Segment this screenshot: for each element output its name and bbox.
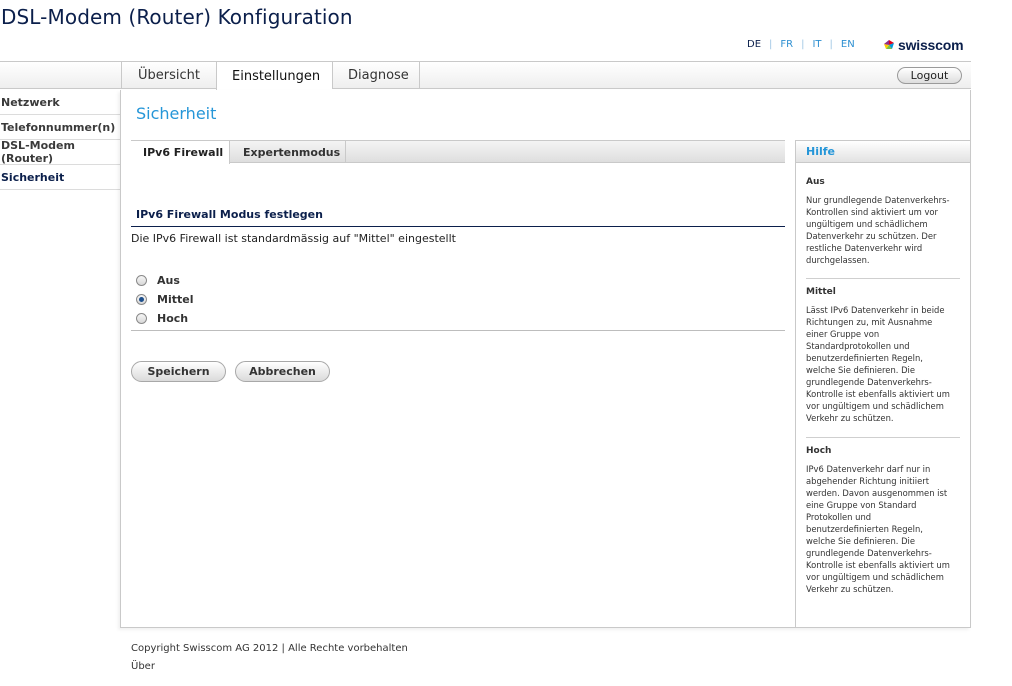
logout-button[interactable]: Logout <box>897 67 962 84</box>
footer-copyright: Copyright Swisscom AG 2012 | Alle Rechte… <box>131 643 408 654</box>
radio-label-hoch[interactable]: Hoch <box>157 312 188 325</box>
tab-einstellungen[interactable]: Einstellungen <box>216 62 332 90</box>
subtab-bar: IPv6 Firewall Expertenmodus <box>131 140 785 164</box>
tab-uebersicht[interactable]: Übersicht <box>121 62 216 89</box>
sidebar-item-netzwerk[interactable]: Netzwerk <box>0 90 120 115</box>
lang-fr[interactable]: FR <box>780 39 793 50</box>
lang-en[interactable]: EN <box>841 39 855 50</box>
radio-option-mittel[interactable]: Mittel <box>136 290 193 309</box>
help-section-title: Aus <box>806 177 825 187</box>
cancel-button[interactable]: Abbrechen <box>235 361 330 382</box>
radio-hoch[interactable] <box>136 313 147 324</box>
help-section-text: Lässt IPv6 Datenverkehr in beide Richtung… <box>806 305 950 423</box>
lang-separator: | <box>829 39 833 50</box>
brand-name: swisscom <box>898 37 964 53</box>
help-section-hoch: Hoch IPv6 Datenverkehr darf nur in abgehe… <box>806 445 960 595</box>
help-separator <box>806 278 960 279</box>
radio-aus[interactable] <box>136 275 147 286</box>
sidebar-item-dsl-modem[interactable]: DSL-Modem (Router) <box>0 139 120 165</box>
sidebar: Netzwerk Telefonnummer(n) DSL-Modem (Rou… <box>0 90 120 190</box>
help-section-text: Nur grundlegende Datenverkehrs- Kontrolle… <box>806 195 950 265</box>
help-section-title: Mittel <box>806 287 836 297</box>
lang-separator: | <box>769 39 773 50</box>
language-switcher: DE | FR | IT | EN <box>747 39 855 50</box>
main-navbar: Übersicht Einstellungen Diagnose Logout <box>0 61 971 90</box>
subtab-expertenmodus[interactable]: Expertenmodus <box>230 141 346 163</box>
section-underline <box>131 226 785 227</box>
form-divider <box>131 330 785 331</box>
radio-mittel[interactable] <box>136 294 147 305</box>
section-description: Die IPv6 Firewall ist standardmässig auf… <box>131 232 456 245</box>
radio-label-aus[interactable]: Aus <box>157 274 180 287</box>
help-separator <box>806 437 960 438</box>
radio-option-aus[interactable]: Aus <box>136 271 193 290</box>
help-section-text: IPv6 Datenverkehr darf nur in abgehender … <box>806 464 950 594</box>
sidebar-item-sicherheit[interactable]: Sicherheit <box>0 165 120 190</box>
help-section-title: Hoch <box>806 446 832 456</box>
subtab-ipv6-firewall[interactable]: IPv6 Firewall <box>131 141 230 164</box>
help-section-aus: Aus Nur grundlegende Datenverkehrs- Kontr… <box>806 176 960 266</box>
app-title: DSL-Modem (Router) Konfiguration <box>1 5 353 29</box>
radio-option-hoch[interactable]: Hoch <box>136 309 193 328</box>
main-nav-tabs: Übersicht Einstellungen Diagnose <box>121 62 420 90</box>
lang-it[interactable]: IT <box>812 39 821 50</box>
swisscom-lifeform-icon <box>884 40 894 49</box>
radio-label-mittel[interactable]: Mittel <box>157 293 193 306</box>
sidebar-item-telefonnummern[interactable]: Telefonnummer(n) <box>0 115 120 140</box>
section-title: IPv6 Firewall Modus festlegen <box>136 208 323 221</box>
help-panel: Hilfe Aus Nur grundlegende Datenverkehrs… <box>795 140 970 627</box>
save-button[interactable]: Speichern <box>131 361 226 382</box>
help-title: Hilfe <box>796 140 970 163</box>
brand-logo: swisscom <box>883 37 964 53</box>
page-title: Sicherheit <box>136 104 217 123</box>
lang-de[interactable]: DE <box>747 39 761 50</box>
help-section-mittel: Mittel Lässt IPv6 Datenverkehr in beide R… <box>806 286 960 424</box>
firewall-mode-radio-group: Aus Mittel Hoch <box>136 271 193 328</box>
tab-diagnose[interactable]: Diagnose <box>332 62 420 89</box>
footer-about-link[interactable]: Über <box>131 661 155 672</box>
lang-separator: | <box>801 39 805 50</box>
